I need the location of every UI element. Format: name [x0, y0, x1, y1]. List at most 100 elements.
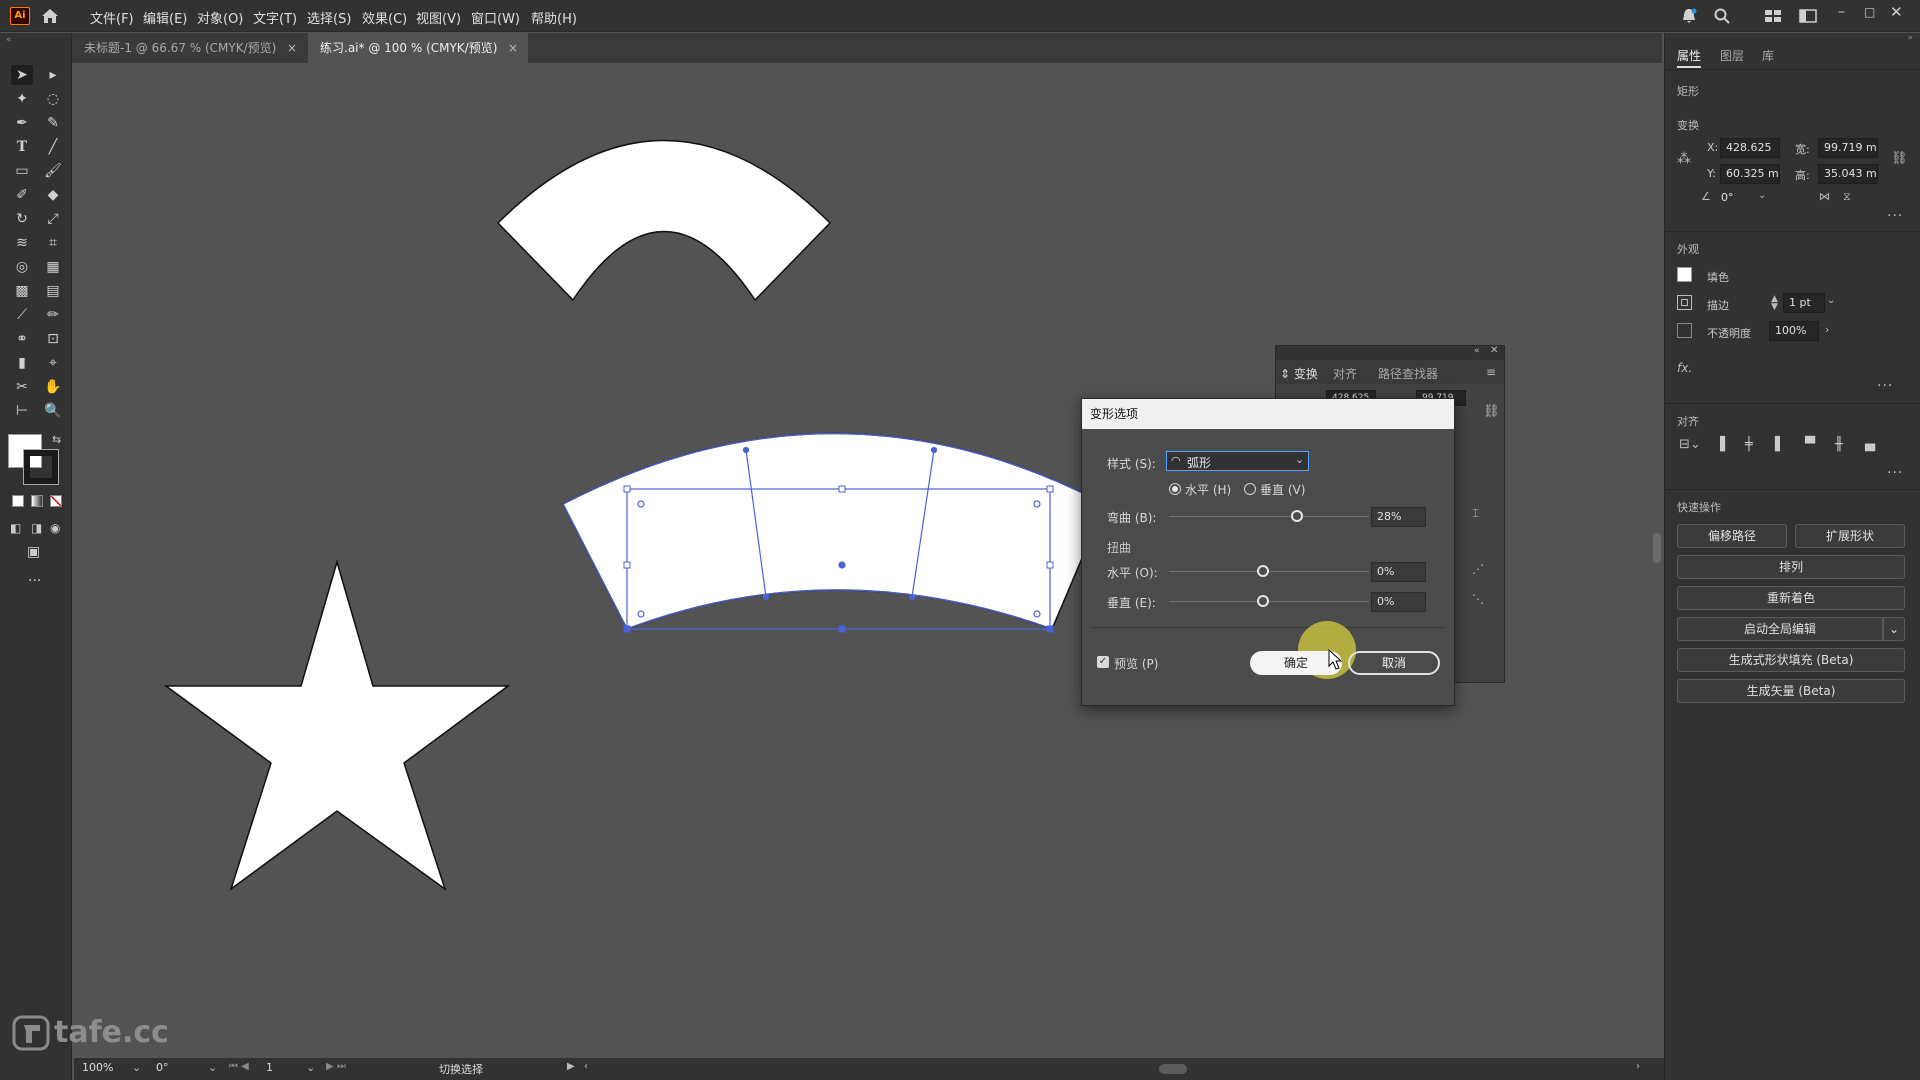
tab-untitled[interactable]: 未标题-1 @ 66.67 % (CMYK/预览) × — [72, 33, 307, 63]
stroke-color-swatch[interactable] — [1677, 295, 1692, 310]
lasso-tool-icon[interactable]: ◌ — [42, 89, 64, 109]
selection-tool-icon[interactable]: ➤ — [11, 65, 33, 85]
stroke-label[interactable]: 描边 — [1707, 297, 1729, 313]
slice-tool-icon[interactable]: ✂ — [11, 377, 33, 397]
cancel-button[interactable]: 取消 — [1348, 651, 1440, 675]
search-icon[interactable] — [1713, 7, 1731, 25]
line-tool-icon[interactable]: ╱ — [42, 137, 64, 157]
stroke-weight-field[interactable]: 1 pt — [1783, 293, 1825, 313]
horizontal-scroll-thumb[interactable] — [1159, 1064, 1187, 1074]
align-left-icon[interactable]: ▐ — [1715, 437, 1725, 452]
screen-mode-icon[interactable]: ▣ — [27, 544, 40, 560]
direct-selection-tool-icon[interactable]: ▸ — [42, 65, 64, 85]
app-logo[interactable]: Ai — [10, 7, 30, 25]
w-field[interactable]: 99.719 m — [1818, 138, 1878, 158]
constrain-proportions-icon[interactable]: ⛓ — [1891, 151, 1908, 166]
scroll-right-icon[interactable]: › — [1636, 1061, 1640, 1072]
vertical-scrollbar[interactable] — [1650, 63, 1664, 1058]
tab-pathfinder[interactable]: 路径查找器 — [1378, 365, 1438, 382]
panel-layout-icon[interactable] — [1799, 8, 1817, 24]
home-icon[interactable] — [40, 7, 60, 25]
magic-wand-tool-icon[interactable]: ✦ — [11, 89, 33, 109]
opacity-field[interactable]: 100% — [1769, 321, 1819, 341]
more-tools-icon[interactable]: ··· — [28, 573, 41, 589]
more-options-icon[interactable]: ··· — [1877, 378, 1893, 394]
panel-titlebar[interactable]: « ✕ — [1276, 345, 1504, 360]
distort-vertical-track[interactable] — [1169, 601, 1369, 602]
paintbrush-tool-icon[interactable]: 🖌 — [42, 161, 64, 181]
align-top-icon[interactable]: ▀ — [1805, 437, 1815, 452]
flip-vertical-icon[interactable]: ⧖ — [1843, 190, 1851, 204]
perspective-grid-tool-icon[interactable]: ▦ — [42, 257, 64, 277]
panel-menu-icon[interactable]: ≡ — [1486, 365, 1496, 379]
menu-window[interactable]: 窗口(W) — [471, 8, 520, 27]
tab-align[interactable]: 对齐 — [1333, 365, 1357, 382]
flip-horizontal-icon[interactable]: ⋈ — [1819, 190, 1830, 203]
rotate-dropdown-icon[interactable]: ⌄ — [208, 1061, 217, 1074]
mesh-tool-icon[interactable]: ▩ — [11, 281, 33, 301]
bend-slider-track[interactable] — [1169, 516, 1369, 517]
y-field[interactable]: 60.325 m — [1720, 164, 1780, 184]
horizontal-radio[interactable] — [1169, 483, 1181, 495]
style-select[interactable]: ◠ 弧形 ⌄ — [1166, 451, 1309, 471]
scale-tool-icon[interactable]: ⤢ — [42, 209, 64, 229]
align-middle-icon[interactable]: ╫ — [1835, 437, 1843, 452]
preview-label[interactable]: 预览 (P) — [1114, 655, 1158, 672]
close-icon[interactable]: ✕ — [1890, 3, 1903, 21]
preview-checkbox[interactable]: ✓ — [1097, 656, 1109, 668]
distort-horizontal-knob[interactable] — [1257, 565, 1269, 577]
type-tool-icon[interactable]: T — [11, 137, 33, 157]
blend-tool-icon[interactable]: ⚭ — [11, 329, 33, 349]
stroke-stepper-icon[interactable]: ▲ ▼ — [1771, 295, 1778, 312]
bend-field[interactable]: 28% — [1371, 507, 1426, 527]
tab-libraries[interactable]: 库 — [1762, 47, 1774, 64]
align-to-icon[interactable]: ⊟⌄ — [1679, 437, 1701, 452]
minimize-icon[interactable]: – — [1838, 4, 1845, 20]
h-field[interactable]: 35.043 m — [1818, 164, 1878, 184]
stroke-swatch[interactable] — [23, 449, 59, 485]
warp-tool-icon[interactable]: ≋ — [11, 233, 33, 253]
align-center-icon[interactable]: ╪ — [1745, 437, 1753, 452]
menu-type[interactable]: 文字(T) — [253, 8, 297, 27]
expand-shape-button[interactable]: 扩展形状 — [1795, 524, 1905, 548]
recolor-button[interactable]: 重新着色 — [1677, 586, 1905, 610]
horizontal-label[interactable]: 水平 (H) — [1185, 481, 1231, 498]
curvature-tool-icon[interactable]: ✎ — [42, 113, 64, 133]
panel-collapse-icon[interactable]: » — [1665, 33, 1920, 43]
angle-dropdown-icon[interactable]: ⌄ — [1758, 190, 1766, 201]
ruler-tool-icon[interactable]: ⊢ — [11, 401, 33, 421]
graph-tool-icon[interactable]: ▮ — [11, 353, 33, 373]
menu-object[interactable]: 对象(O) — [197, 8, 243, 27]
status-arrow-icon[interactable]: ▶ — [567, 1061, 575, 1072]
artboard-tool-icon[interactable]: ⌖ — [42, 353, 64, 373]
arrange-button[interactable]: 排列 — [1677, 555, 1905, 579]
status-mode[interactable]: 切换选择 — [439, 1061, 483, 1077]
hand-tool-icon[interactable]: ✋ — [42, 377, 64, 397]
swap-colors-icon[interactable]: ⇆ — [52, 433, 61, 446]
none-mode-icon[interactable] — [50, 495, 62, 507]
zoom-level[interactable]: 100% — [82, 1061, 113, 1074]
scroll-thumb[interactable] — [1653, 533, 1661, 563]
stroke-dropdown-icon[interactable]: ⌄ — [1827, 295, 1835, 306]
artboard-nav-icons[interactable]: ⏮ ◀ — [229, 1061, 249, 1072]
offset-path-button[interactable]: 偏移路径 — [1677, 524, 1787, 548]
free-transform-tool-icon[interactable]: ⌗ — [42, 233, 64, 253]
workspace-icon[interactable] — [1764, 8, 1782, 24]
float-scale-icon[interactable]: ⋰ — [1472, 562, 1484, 576]
tab-transform[interactable]: ⇕ 变换 — [1280, 365, 1318, 382]
rotate-tool-icon[interactable]: ↻ — [11, 209, 33, 229]
tab-properties[interactable]: 属性 — [1677, 47, 1702, 68]
x-field[interactable]: 428.625 — [1720, 138, 1780, 158]
artboard-number[interactable]: 1 — [266, 1061, 273, 1074]
menu-effect[interactable]: 效果(C) — [362, 8, 407, 27]
zoom-dropdown-icon[interactable]: ⌄ — [132, 1061, 141, 1074]
shaper-tool-icon[interactable]: ✐ — [11, 185, 33, 205]
opacity-arrow-icon[interactable]: › — [1825, 323, 1829, 336]
draw-inside-icon[interactable]: ◉ — [50, 521, 60, 535]
eyedropper-tool-icon[interactable]: ⟋ — [11, 305, 33, 325]
maximize-icon[interactable]: □ — [1864, 5, 1875, 19]
scroll-left-icon[interactable]: ‹ — [584, 1061, 588, 1072]
draw-behind-icon[interactable]: ◨ — [31, 521, 42, 535]
color-mode-icon[interactable] — [12, 495, 24, 507]
gradient-mode-icon[interactable] — [31, 495, 43, 507]
